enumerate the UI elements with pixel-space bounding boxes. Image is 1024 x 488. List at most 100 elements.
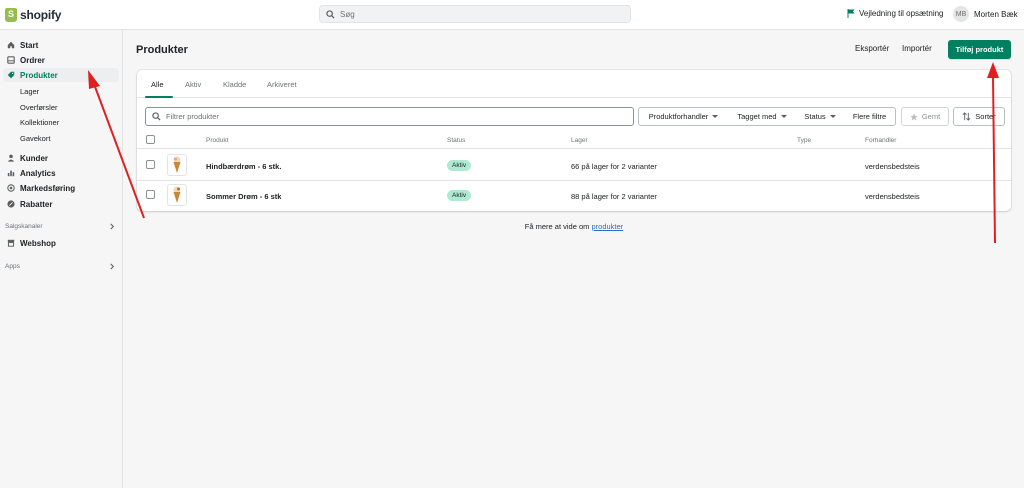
more-filters-label: Flere filtre <box>852 112 887 121</box>
inbox-icon <box>7 56 15 64</box>
sort-label: Sorter <box>975 112 996 121</box>
products-card: Alle Aktiv Kladde Arkiveret Filtrer prod… <box>137 70 1011 211</box>
select-all-checkbox[interactable] <box>146 135 155 144</box>
tab-active[interactable]: Aktiv <box>185 80 201 89</box>
flag-icon <box>847 9 855 18</box>
sidebar-item-label: Rabatter <box>20 199 53 209</box>
discount-icon <box>7 200 15 208</box>
table-header: Produkt Status Lager Type Forhandler <box>137 131 1011 149</box>
column-header-inventory[interactable]: Lager <box>571 137 588 144</box>
sort-icon <box>962 112 971 121</box>
saved-label: Gemt <box>921 112 941 121</box>
tagged-filter-button[interactable]: Tagget med <box>728 107 797 126</box>
row-checkbox[interactable] <box>146 160 155 169</box>
apps-heading[interactable]: Apps <box>5 263 115 270</box>
saved-button[interactable]: Gemt <box>901 107 949 126</box>
person-icon <box>7 154 15 162</box>
chevron-right-icon <box>110 263 115 270</box>
caret-down-icon <box>712 115 719 118</box>
status-filter-label: Status <box>804 112 826 121</box>
sidebar-sub-giftcards[interactable]: Gavekort <box>20 134 50 143</box>
home-icon <box>7 41 15 49</box>
column-header-vendor[interactable]: Forhandler <box>865 137 896 144</box>
status-badge: Aktiv <box>447 160 472 171</box>
page-title: Produkter <box>136 44 188 56</box>
sidebar-item-label: Analytics <box>20 168 56 178</box>
tagged-filter-label: Tagget med <box>737 112 777 121</box>
sidebar-item-products[interactable]: Produkter <box>3 68 119 82</box>
vendor-filter-label: Produktforhandler <box>648 112 709 121</box>
filter-placeholder: Filtrer produkter <box>166 112 219 121</box>
sidebar-item-label: Kunder <box>20 153 48 163</box>
column-header-status[interactable]: Status <box>447 137 465 144</box>
filter-products-input[interactable]: Filtrer produkter <box>145 107 634 126</box>
tab-draft[interactable]: Kladde <box>223 80 246 89</box>
tag-icon <box>7 71 15 79</box>
sidebar-item-discounts[interactable]: Rabatter <box>3 197 119 211</box>
sidebar-item-orders[interactable]: Ordrer <box>3 53 119 67</box>
add-product-button[interactable]: Tilføj produkt <box>948 40 1011 59</box>
sidebar-item-label: Markedsføring <box>20 183 76 193</box>
setup-guide-label: Vejledning til opsætning <box>859 9 944 18</box>
import-button[interactable]: Importér <box>902 44 932 53</box>
top-bar: shopify Søg Vejledning til opsætning MB … <box>0 0 1024 30</box>
vendor-filter-button[interactable]: Produktforhandler <box>638 107 729 126</box>
ice-cream-icon <box>173 156 181 173</box>
sidebar-item-label: Webshop <box>20 238 56 248</box>
sort-button[interactable]: Sorter <box>953 107 1005 126</box>
search-placeholder: Søg <box>340 9 355 19</box>
search-input[interactable]: Søg <box>319 5 631 23</box>
product-thumbnail[interactable] <box>167 184 187 206</box>
table-row[interactable]: Sommer Drøm - 6 stk Aktiv 88 på lager fo… <box>137 180 1011 211</box>
status-badge: Aktiv <box>447 190 472 201</box>
sidebar-item-label: Ordrer <box>20 55 45 65</box>
tab-bar: Alle Aktiv Kladde Arkiveret <box>137 70 1011 98</box>
bar-chart-icon <box>7 170 15 177</box>
setup-guide-link[interactable]: Vejledning til opsætning <box>847 9 944 18</box>
sidebar-sub-transfers[interactable]: Overførsler <box>20 103 58 112</box>
tab-archived[interactable]: Arkiveret <box>267 80 297 89</box>
sidebar-sub-collections[interactable]: Kollektioner <box>20 118 59 127</box>
sidebar-item-label: Produkter <box>20 70 58 80</box>
sidebar-item-start[interactable]: Start <box>3 38 119 52</box>
sidebar-item-marketing[interactable]: Markedsføring <box>3 181 119 195</box>
caret-down-icon <box>829 115 836 118</box>
avatar: MB <box>953 6 969 22</box>
tab-all[interactable]: Alle <box>151 80 164 89</box>
sidebar-item-label: Start <box>20 40 39 50</box>
sidebar-item-webshop[interactable]: Webshop <box>3 236 119 250</box>
status-filter-button[interactable]: Status <box>796 107 845 126</box>
column-header-type[interactable]: Type <box>797 137 811 144</box>
caret-down-icon <box>780 115 787 118</box>
ice-cream-icon <box>173 186 181 203</box>
sidebar-sub-inventory[interactable]: Lager <box>20 87 39 96</box>
sidebar-item-analytics[interactable]: Analytics <box>3 166 119 180</box>
active-tab-indicator <box>145 96 173 98</box>
export-button[interactable]: Eksportér <box>855 44 889 53</box>
apps-label: Apps <box>5 263 20 270</box>
search-icon <box>326 9 335 19</box>
sidebar-item-customers[interactable]: Kunder <box>3 151 119 165</box>
target-icon <box>7 184 15 192</box>
star-icon <box>910 112 918 120</box>
store-icon <box>7 239 15 247</box>
user-name: Morten Bæk <box>974 9 1018 19</box>
sidebar: Start Ordrer Produkter Lager Overførsler… <box>0 30 123 488</box>
vendor-cell: verdensbedsteis <box>865 162 920 171</box>
shopify-logo[interactable]: shopify <box>5 7 61 23</box>
shopping-bag-icon <box>5 8 17 22</box>
search-icon <box>152 112 161 121</box>
user-menu[interactable]: MB Morten Bæk <box>953 6 1018 22</box>
learn-more-link[interactable]: produkter <box>592 222 624 231</box>
inventory-cell: 66 på lager for 2 varianter <box>571 162 657 171</box>
inventory-cell: 88 på lager for 2 varianter <box>571 192 657 201</box>
learn-more-text: Få mere at vide om <box>524 222 590 231</box>
more-filters-button[interactable]: Flere filtre <box>844 107 896 126</box>
row-checkbox[interactable] <box>146 190 155 199</box>
column-header-product[interactable]: Produkt <box>206 137 228 144</box>
product-name[interactable]: Hindbærdrøm - 6 stk. <box>206 162 281 171</box>
product-thumbnail[interactable] <box>167 154 187 176</box>
table-row[interactable]: Hindbærdrøm - 6 stk. Aktiv 66 på lager f… <box>137 150 1011 181</box>
product-name[interactable]: Sommer Drøm - 6 stk <box>206 192 281 201</box>
logo-text: shopify <box>20 8 62 22</box>
